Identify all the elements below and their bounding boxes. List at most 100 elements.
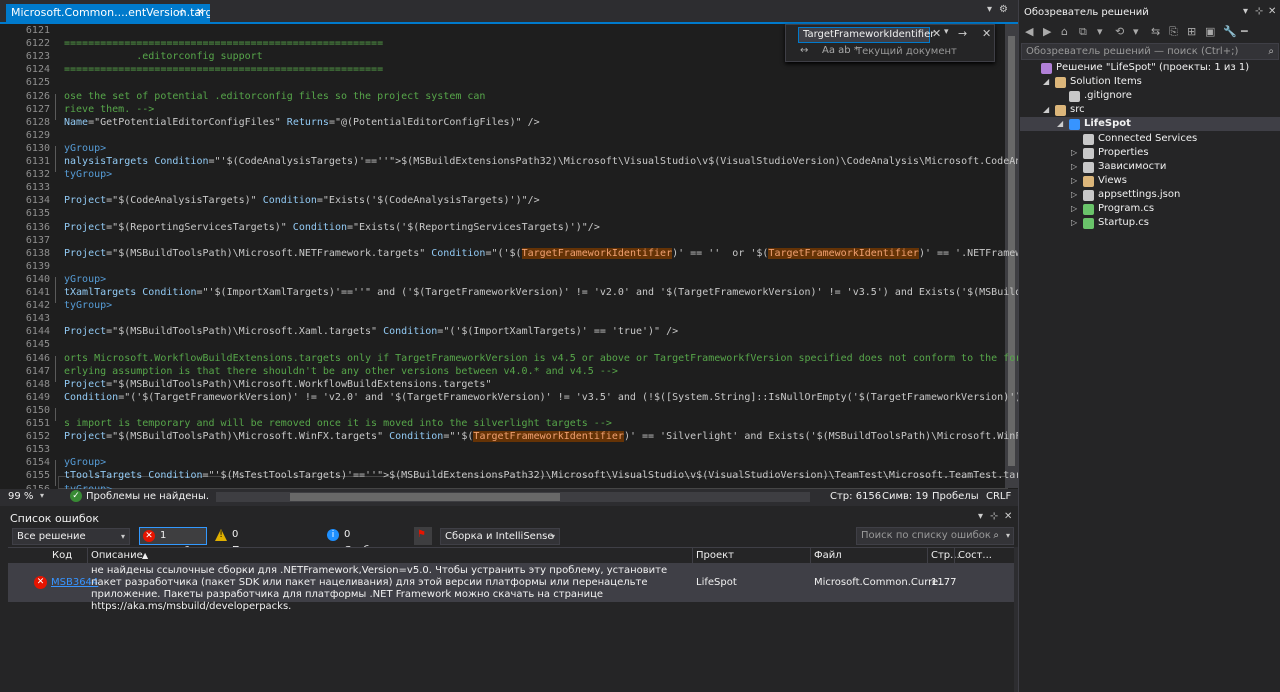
code-line[interactable]: ========================================… bbox=[64, 37, 383, 50]
code-line[interactable]: Project="$(ReportingServicesTargets)" Co… bbox=[64, 221, 600, 234]
toolbar-icon[interactable]: 🔧 bbox=[1223, 25, 1237, 38]
code-line[interactable]: tyGroup> bbox=[64, 299, 112, 312]
toolbar-icon[interactable]: ⌂ bbox=[1061, 25, 1068, 38]
code-line[interactable]: tyGroup> bbox=[64, 168, 112, 181]
expand-arrow-icon[interactable]: ▷ bbox=[1071, 188, 1077, 202]
tree-node[interactable]: ▷ Startup.cs bbox=[1019, 216, 1279, 230]
gear-icon[interactable]: ⚙ bbox=[999, 4, 1008, 15]
code-line[interactable]: Name="GetPotentialEditorConfigFiles" Ret… bbox=[64, 116, 540, 129]
tree-node[interactable]: ▷ appsettings.json bbox=[1019, 188, 1279, 202]
filter-icon[interactable]: ⚑ bbox=[414, 527, 432, 545]
pin-icon[interactable]: ⊹ bbox=[1255, 6, 1263, 17]
close-icon[interactable]: ✕ bbox=[1268, 6, 1276, 17]
expand-arrow-icon[interactable]: ▷ bbox=[1071, 202, 1077, 216]
tree-node[interactable]: ◢ src bbox=[1019, 103, 1279, 117]
code-editor[interactable]: Microsoft.Common....entVersion.targets ⊹… bbox=[0, 0, 1088, 505]
code-line[interactable]: Project="$(MSBuildToolsPath)\Microsoft.W… bbox=[64, 378, 491, 391]
whitespace-indicator[interactable]: Пробелы bbox=[932, 491, 979, 502]
line-ending-indicator[interactable]: CRLF bbox=[986, 491, 1011, 502]
build-source-dropdown[interactable]: Сборка и IntelliSense ▾ bbox=[440, 528, 560, 545]
collapse-arrow-icon[interactable]: ◢ bbox=[1057, 117, 1063, 131]
code-line[interactable]: erlying assumption is that there shouldn… bbox=[64, 365, 618, 378]
tree-node[interactable]: Connected Services bbox=[1019, 132, 1279, 146]
code-line[interactable]: .editorconfig support bbox=[64, 50, 262, 63]
search-icon[interactable]: ⌕ bbox=[1268, 44, 1274, 59]
column-project[interactable]: Проект bbox=[696, 550, 734, 561]
code-line[interactable]: Condition="('$(TargetFrameworkVersion)' … bbox=[64, 391, 1081, 404]
expand-icon[interactable]: ↔ bbox=[800, 45, 808, 56]
code-line[interactable]: ose the set of potential .editorconfig f… bbox=[64, 90, 485, 103]
tree-node[interactable]: Решение "LifeSpot" (проекты: 1 из 1) bbox=[1019, 61, 1279, 75]
tree-node[interactable]: .gitignore bbox=[1019, 89, 1279, 103]
error-list-search-input[interactable]: Поиск по списку ошибок ⌕ ▾ bbox=[856, 527, 1014, 545]
tree-node[interactable]: ▷ Views bbox=[1019, 174, 1279, 188]
code-line[interactable]: yGroup> bbox=[64, 142, 106, 155]
code-line[interactable]: yGroup> bbox=[64, 273, 106, 286]
column-description[interactable]: Описание bbox=[91, 550, 143, 561]
code-line[interactable]: yGroup> bbox=[64, 456, 106, 469]
column-state[interactable]: Сост... bbox=[958, 550, 992, 561]
code-line[interactable]: tXamlTargets Condition="'$(ImportXamlTar… bbox=[64, 286, 1088, 299]
code-line[interactable]: s import is temporary and will be remove… bbox=[64, 417, 612, 430]
arrow-right-icon[interactable]: → bbox=[958, 27, 967, 40]
column-code[interactable]: Код bbox=[52, 550, 72, 561]
tree-node[interactable]: ▷ Properties bbox=[1019, 146, 1279, 160]
code-line[interactable]: Project="$(MSBuildToolsPath)\Microsoft.N… bbox=[64, 247, 1075, 260]
document-tab[interactable]: Microsoft.Common....entVersion.targets ⊹… bbox=[6, 4, 210, 24]
chevron-down-icon[interactable]: ▾ bbox=[1243, 6, 1248, 17]
clear-icon[interactable]: ✕ bbox=[932, 27, 941, 40]
toolbar-icon[interactable]: ━ bbox=[1241, 25, 1248, 38]
code-line[interactable]: orts Microsoft.WorkflowBuildExtensions.t… bbox=[64, 352, 1081, 365]
messages-filter-button[interactable]: i 0 Сообщения bbox=[324, 527, 408, 556]
tree-node[interactable]: ▷ Program.cs bbox=[1019, 202, 1279, 216]
expand-arrow-icon[interactable]: ▷ bbox=[1071, 174, 1077, 188]
expand-arrow-icon[interactable]: ▷ bbox=[1071, 146, 1077, 160]
collapse-arrow-icon[interactable]: ◢ bbox=[1043, 103, 1049, 117]
tree-node[interactable]: ◢ LifeSpot bbox=[1019, 117, 1279, 131]
find-scope[interactable]: Текущий документ bbox=[856, 46, 957, 57]
search-icon[interactable]: ⌕ bbox=[993, 528, 999, 544]
code-line[interactable]: ========================================… bbox=[64, 63, 383, 76]
toolbar-icon[interactable]: ⎘ bbox=[1169, 25, 1178, 39]
chevron-down-icon[interactable]: ▾ bbox=[944, 27, 949, 37]
expand-arrow-icon[interactable]: ▷ bbox=[1071, 160, 1077, 174]
scope-dropdown[interactable]: Все решение ▾ bbox=[12, 528, 130, 545]
toolbar-icon[interactable]: ⧉ bbox=[1079, 25, 1087, 39]
chevron-down-icon[interactable]: ▾ bbox=[987, 4, 992, 15]
column-line[interactable]: Стр... bbox=[931, 550, 960, 561]
close-icon[interactable]: ✕ bbox=[1004, 511, 1012, 522]
tree-node[interactable]: ▷ Зависимости bbox=[1019, 160, 1279, 174]
expand-arrow-icon[interactable]: ▷ bbox=[1071, 216, 1077, 230]
close-icon[interactable]: ✕ bbox=[196, 4, 204, 22]
code-line[interactable]: Project="$(CodeAnalysisTargets)" Conditi… bbox=[64, 194, 540, 207]
code-line[interactable]: Project="$(MSBuildToolsPath)\Microsoft.X… bbox=[64, 325, 678, 338]
solution-explorer-search-input[interactable]: Обозреватель решений — поиск (Ctrl+;) ⌕ bbox=[1021, 43, 1279, 60]
code-line[interactable]: tToolsTargets Condition="'$(MsTestToolsT… bbox=[64, 469, 1082, 482]
toolbar-icon[interactable]: ▾ bbox=[1097, 25, 1103, 38]
toolbar-icon[interactable]: ▾ bbox=[1133, 25, 1139, 38]
code-line[interactable]: nalysisTargets Condition="'$(CodeAnalysi… bbox=[64, 155, 1081, 168]
close-icon[interactable]: ✕ bbox=[982, 27, 991, 40]
table-row[interactable]: ✕ MSB3644 не найдены ссылочные сборки дл… bbox=[8, 564, 1014, 612]
chevron-down-icon[interactable]: ▾ bbox=[978, 511, 983, 522]
warnings-filter-button[interactable]: ! 0 Предупреждения bbox=[212, 527, 325, 556]
find-input[interactable]: TargetFrameworkIdentifier bbox=[798, 27, 934, 43]
chevron-down-icon[interactable]: ▾ bbox=[1006, 528, 1010, 544]
toolbar-icon[interactable]: ◀ bbox=[1025, 25, 1033, 38]
toolbar-icon[interactable]: ⇆ bbox=[1151, 25, 1160, 38]
column-file[interactable]: Файл bbox=[814, 550, 842, 561]
toolbar-icon[interactable]: ⟲ bbox=[1115, 25, 1124, 38]
code-line[interactable]: Project="$(MSBuildToolsPath)\Microsoft.W… bbox=[64, 430, 1082, 443]
issues-status[interactable]: Проблемы не найдены. bbox=[86, 491, 209, 502]
chevron-down-icon[interactable]: ▾ bbox=[40, 491, 44, 500]
tree-node[interactable]: ◢ Solution Items bbox=[1019, 75, 1279, 89]
toolbar-icon[interactable]: ⊞ bbox=[1187, 25, 1196, 38]
find-options-icon[interactable]: Aa ab * bbox=[822, 45, 859, 56]
pin-icon[interactable]: ⊹ bbox=[990, 511, 998, 522]
toolbar-icon[interactable]: ▶ bbox=[1043, 25, 1051, 38]
collapse-arrow-icon[interactable]: ◢ bbox=[1043, 75, 1049, 89]
zoom-level[interactable]: 99 % bbox=[8, 491, 33, 502]
errors-filter-button[interactable]: ✕ 1 Ошибка bbox=[139, 527, 207, 557]
toolbar-icon[interactable]: ▣ bbox=[1205, 25, 1215, 38]
horizontal-scrollbar-thumb[interactable] bbox=[290, 493, 560, 501]
